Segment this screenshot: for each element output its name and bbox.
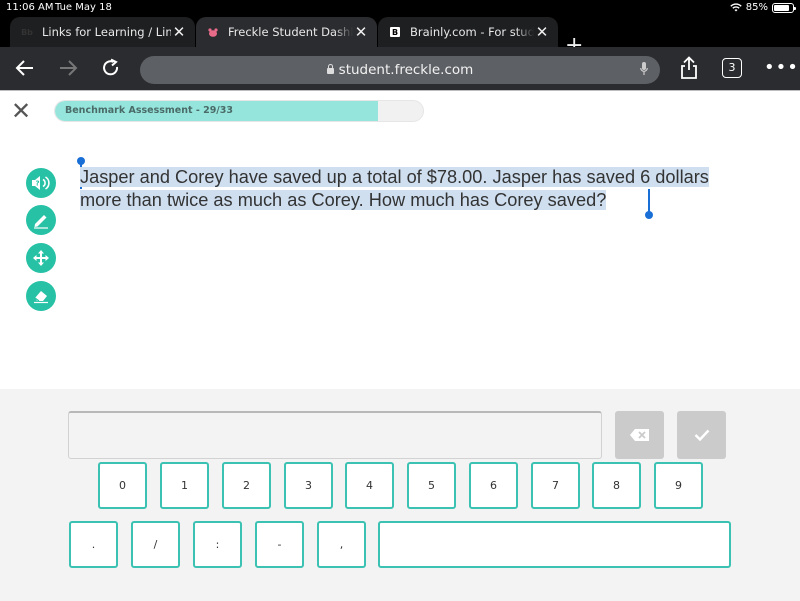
browser-toolbar: student.freckle.com [0,47,800,90]
question-line-1: Jasper and Corey have saved up a total o… [80,167,709,187]
tab-switcher-button[interactable]: 3 [722,58,742,78]
lock-icon [326,64,334,74]
key-space[interactable] [378,521,731,568]
status-date: Tue May 18 [55,2,112,13]
freckle-favicon-icon [206,26,220,38]
tab-title: Links for Learning / Links [42,25,171,39]
key-period[interactable]: . [69,521,118,568]
url-text: student.freckle.com [338,62,474,78]
submit-button[interactable] [677,411,726,459]
answer-keypad: 0 1 2 3 4 5 6 7 8 9 . / : - , [0,389,800,601]
status-time: 11:06 AM [6,2,54,13]
key-3[interactable]: 3 [284,462,333,509]
assessment-progress-bar: Benchmark Assessment - 29/33 [54,100,424,122]
tab-brainly[interactable]: B Brainly.com - For students ✕ [378,17,558,47]
tab-links-for-learning[interactable]: Bb Links for Learning / Links ✕ [10,17,195,47]
key-8[interactable]: 8 [592,462,641,509]
key-5[interactable]: 5 [407,462,456,509]
status-bar: 11:06 AM Tue May 18 85% [0,0,800,16]
key-9[interactable]: 9 [654,462,703,509]
back-button[interactable] [12,55,38,81]
tab-title: Freckle Student Dashboard [228,25,353,39]
backspace-button[interactable] [615,411,664,459]
microphone-icon[interactable] [640,62,648,76]
wifi-icon [730,3,742,12]
brainly-favicon-icon: B [390,27,400,37]
question-line-2: more than twice as much as Corey. How mu… [80,190,607,210]
freckle-page: ✕ Benchmark Assessment - 29/33 ? Jasper … [0,90,800,601]
progress-label: Benchmark Assessment - 29/33 [65,105,233,116]
share-icon[interactable] [679,56,699,80]
key-slash[interactable]: / [131,521,180,568]
checkmark-icon [694,429,709,441]
battery-fill [774,4,790,11]
more-menu-button[interactable]: ••• [764,57,799,78]
pencil-icon [34,215,48,229]
key-4[interactable]: 4 [345,462,394,509]
forward-button[interactable] [55,55,81,81]
selection-end-caret [648,189,650,213]
close-tab-icon[interactable]: ✕ [534,23,550,41]
key-2[interactable]: 2 [222,462,271,509]
reload-button[interactable] [98,55,124,81]
reload-icon [103,58,119,76]
forward-arrow-icon [60,60,78,76]
key-colon[interactable]: : [193,521,242,568]
selection-end-handle[interactable] [645,211,653,219]
key-comma[interactable]: , [317,521,366,568]
read-aloud-button[interactable]: ? [26,168,56,198]
move-arrows-icon [33,250,49,266]
pencil-tool-button[interactable] [26,205,56,235]
close-tab-icon[interactable]: ✕ [353,23,369,41]
question-text: Jasper and Corey have saved up a total o… [80,166,777,212]
tab-bar: Bb Links for Learning / Links ✕ Freckle … [0,16,800,57]
speaker-question-icon: ? [32,176,50,190]
key-minus[interactable]: - [255,521,304,568]
key-6[interactable]: 6 [469,462,518,509]
exit-assessment-button[interactable]: ✕ [10,99,32,123]
move-tool-button[interactable] [26,243,56,273]
battery-icon [772,2,796,13]
eraser-tool-button[interactable] [26,281,56,311]
status-right: 85% [730,2,796,13]
answer-input[interactable] [68,411,602,459]
eraser-icon [34,291,48,304]
key-1[interactable]: 1 [160,462,209,509]
back-arrow-icon [15,60,33,76]
battery-percent: 85% [745,2,768,13]
close-tab-icon[interactable]: ✕ [171,23,187,41]
tab-freckle-dashboard[interactable]: Freckle Student Dashboard ✕ [196,17,377,47]
tab-title: Brainly.com - For students [410,25,534,39]
address-bar[interactable]: student.freckle.com [140,56,660,84]
svg-text:?: ? [36,180,40,188]
backspace-icon [629,429,649,441]
key-0[interactable]: 0 [98,462,147,509]
key-7[interactable]: 7 [531,462,580,509]
blackboard-favicon-icon: Bb [21,27,33,37]
